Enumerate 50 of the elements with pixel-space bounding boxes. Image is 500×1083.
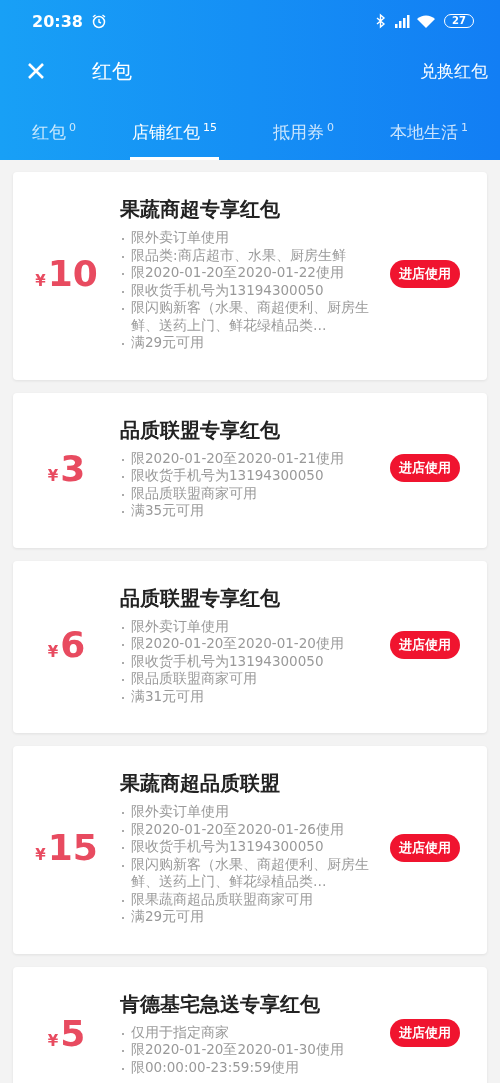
coupon-rule: 限收货手机号为13194300050 [131, 652, 324, 670]
coupon-rule: 限2020-01-20至2020-01-26使用 [131, 820, 344, 838]
coupon-rule: 限外卖订单使用 [131, 803, 229, 821]
page-title: 红包 [92, 57, 132, 85]
tab[interactable]: 店铺红包 $^{15}$ [130, 100, 219, 160]
redeem-link[interactable]: 兑换红包 [420, 59, 488, 83]
coupon-amount: ¥3 [46, 447, 87, 489]
coupon-rule: 满35元可用 [131, 502, 205, 520]
coupon-rule: 限2020-01-20至2020-01-21使用 [131, 449, 344, 467]
coupon-amount: ¥10 [34, 253, 99, 295]
coupon-rule: 限外卖订单使用 [131, 229, 229, 247]
enter-store-button[interactable]: 进店使用 [390, 833, 460, 862]
enter-store-button[interactable]: 进店使用 [390, 454, 460, 482]
coupon-rule: 限闪购新客（水果、商超便利、厨房生鲜、送药上门、鲜花绿植品类… [131, 855, 370, 891]
enter-store-button[interactable]: 进店使用 [390, 1019, 460, 1048]
tab[interactable]: 抵用券 $^{0}$ [271, 100, 336, 160]
coupon-title: 果蔬商超品质联盟 [120, 770, 281, 797]
coupon-rule: 限收货手机号为13194300050 [131, 467, 324, 485]
coupon-rule: 限00:00:00-23:59:59使用 [131, 1058, 300, 1076]
coupon-rule: 满29元可用 [131, 908, 205, 926]
coupon-title: 果蔬商超专享红包 [120, 196, 281, 223]
coupon-amount: ¥6 [46, 624, 87, 666]
coupon-rule: 限闪购新客（水果、商超便利、厨房生鲜、送药上门、鲜花绿植品类… [131, 299, 370, 334]
coupon-title: 品质联盟专享红包 [120, 584, 281, 612]
coupon-rule: 限2020-01-20至2020-01-22使用 [131, 264, 344, 282]
alarm-icon [90, 13, 107, 29]
wifi-icon [416, 13, 437, 29]
coupon-amount: ¥5 [46, 1012, 87, 1054]
coupon-rule: 限品质联盟商家可用 [131, 670, 257, 688]
coupon-rule: 限品质联盟商家可用 [131, 484, 257, 502]
enter-store-button[interactable]: 进店使用 [390, 259, 460, 288]
bluetooth-icon [376, 13, 387, 29]
tab[interactable]: 本地生活 $^{1}$ [388, 100, 470, 160]
status-time: 20:38 [32, 11, 83, 31]
coupon-rule: 限收货手机号为13194300050 [131, 838, 324, 856]
coupon-rule: 限2020-01-20至2020-01-20使用 [131, 635, 344, 653]
coupon-rule: 满31元可用 [131, 687, 205, 705]
coupon-rule: 限外卖订单使用 [131, 617, 229, 635]
coupon-rule: 限收货手机号为13194300050 [131, 281, 324, 299]
coupon-rule: 满29元可用 [131, 334, 205, 352]
coupon-title: 肯德基宅急送专享红包 [120, 990, 321, 1018]
tab[interactable]: 红包 $^{0}$ [30, 100, 78, 160]
coupon-title: 品质联盟专享红包 [120, 416, 281, 444]
coupon-rule: 限品类:商店超市、水果、厨房生鲜 [131, 246, 346, 264]
enter-store-button[interactable]: 进店使用 [390, 630, 460, 659]
close-icon [26, 61, 46, 81]
coupon-rule: 限2020-01-20至2020-01-30使用 [131, 1041, 344, 1059]
coupon-amount: ¥15 [34, 827, 99, 869]
coupon-rule: 限果蔬商超品质联盟商家可用 [131, 890, 313, 908]
coupon-rule: 仅用于指定商家 [131, 1023, 229, 1041]
